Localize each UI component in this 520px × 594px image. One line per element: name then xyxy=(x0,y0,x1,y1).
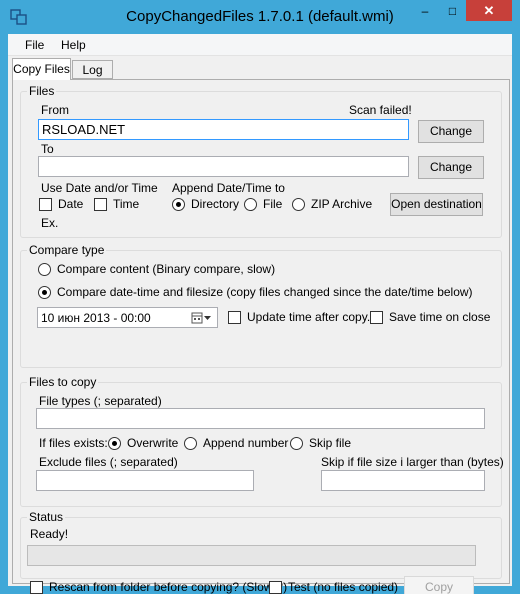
time-checkbox[interactable] xyxy=(94,198,107,211)
save-time-checkbox[interactable] xyxy=(370,311,383,324)
menu-bar: File Help xyxy=(8,34,512,56)
append-label: Append Date/Time to xyxy=(172,181,285,195)
compare-content-radio[interactable] xyxy=(38,263,51,276)
copy-files-page: Files From Scan failed! RSLOAD.NET Chang… xyxy=(12,79,510,594)
if-exists-label: If files exists: xyxy=(39,436,108,450)
file-radio[interactable] xyxy=(244,198,257,211)
save-time-label: Save time on close xyxy=(389,310,491,324)
from-label: From xyxy=(41,103,69,117)
scan-status: Scan failed! xyxy=(349,103,412,117)
app-window: CopyChangedFiles 1.7.0.1 (default.wmi) –… xyxy=(0,0,520,594)
compare-type-group: Compare type Compare content (Binary com… xyxy=(20,243,502,368)
status-group: Status Ready! xyxy=(20,510,502,579)
files-group: Files From Scan failed! RSLOAD.NET Chang… xyxy=(20,84,502,238)
time-checkbox-label: Time xyxy=(113,197,140,211)
overwrite-radio[interactable] xyxy=(108,437,121,450)
overwrite-label: Overwrite xyxy=(127,436,179,450)
append-number-label: Append number xyxy=(203,436,289,450)
change-from-button[interactable]: Change xyxy=(418,120,484,143)
zip-archive-radio-label: ZIP Archive xyxy=(311,197,373,211)
append-number-radio[interactable] xyxy=(184,437,197,450)
status-title: Status xyxy=(27,510,66,524)
progress-bar xyxy=(27,545,476,566)
rescan-checkbox[interactable] xyxy=(30,581,43,594)
directory-radio[interactable] xyxy=(172,198,185,211)
change-to-button[interactable]: Change xyxy=(418,156,484,179)
skip-size-label: Skip if file size i larger than (bytes) xyxy=(321,455,504,469)
open-destination-button[interactable]: Open destination xyxy=(390,193,483,216)
tab-log[interactable]: Log xyxy=(72,60,113,79)
to-input[interactable] xyxy=(38,156,409,177)
title-bar[interactable]: CopyChangedFiles 1.7.0.1 (default.wmi) –… xyxy=(0,0,520,34)
skip-file-radio[interactable] xyxy=(290,437,303,450)
to-label: To xyxy=(41,142,54,156)
minimize-button[interactable]: – xyxy=(411,0,439,21)
status-text: Ready! xyxy=(30,527,69,541)
update-time-label: Update time after copy. xyxy=(247,310,371,324)
tab-copy-files[interactable]: Copy Files xyxy=(12,58,71,80)
date-checkbox-label: Date xyxy=(58,197,84,211)
file-types-label: File types (; separated) xyxy=(39,394,162,408)
from-input[interactable]: RSLOAD.NET xyxy=(38,119,409,140)
file-radio-label: File xyxy=(263,197,283,211)
skip-file-label: Skip file xyxy=(309,436,352,450)
compare-content-label: Compare content (Binary compare, slow) xyxy=(57,262,276,276)
compare-datetime-radio[interactable] xyxy=(38,286,51,299)
client-area: File Help Copy Files Log Files From Scan… xyxy=(8,34,512,594)
datetime-value: 10 июн 2013 - 00:00 xyxy=(41,311,151,325)
files-to-copy-group: Files to copy File types (; separated) I… xyxy=(20,375,504,507)
datetime-picker[interactable]: 10 июн 2013 - 00:00 xyxy=(37,307,218,328)
update-time-checkbox[interactable] xyxy=(228,311,241,324)
exclude-input[interactable] xyxy=(36,470,254,491)
menu-file[interactable]: File xyxy=(25,38,44,52)
compare-type-title: Compare type xyxy=(27,243,107,257)
compare-datetime-label: Compare date-time and filesize (copy fil… xyxy=(57,285,473,299)
directory-radio-label: Directory xyxy=(191,197,240,211)
zip-archive-radio[interactable] xyxy=(292,198,305,211)
files-to-copy-title: Files to copy xyxy=(27,375,99,389)
skip-size-input[interactable] xyxy=(321,470,485,491)
menu-help[interactable]: Help xyxy=(61,38,86,52)
files-group-title: Files xyxy=(27,84,57,98)
maximize-button[interactable]: □ xyxy=(439,0,466,21)
date-checkbox[interactable] xyxy=(39,198,52,211)
rescan-label: Rescan from folder before copying? (Slow… xyxy=(49,580,288,594)
example-label: Ex. xyxy=(41,216,59,230)
file-types-input[interactable] xyxy=(36,408,485,429)
close-button[interactable]: ✕ xyxy=(466,0,512,21)
exclude-label: Exclude files (; separated) xyxy=(39,455,178,469)
use-date-label: Use Date and/or Time xyxy=(41,181,158,195)
test-checkbox[interactable] xyxy=(269,581,282,594)
test-label: Test (no files copied) xyxy=(288,580,399,594)
copy-button[interactable]: Copy xyxy=(404,576,474,594)
calendar-dropdown-icon[interactable] xyxy=(191,312,213,324)
